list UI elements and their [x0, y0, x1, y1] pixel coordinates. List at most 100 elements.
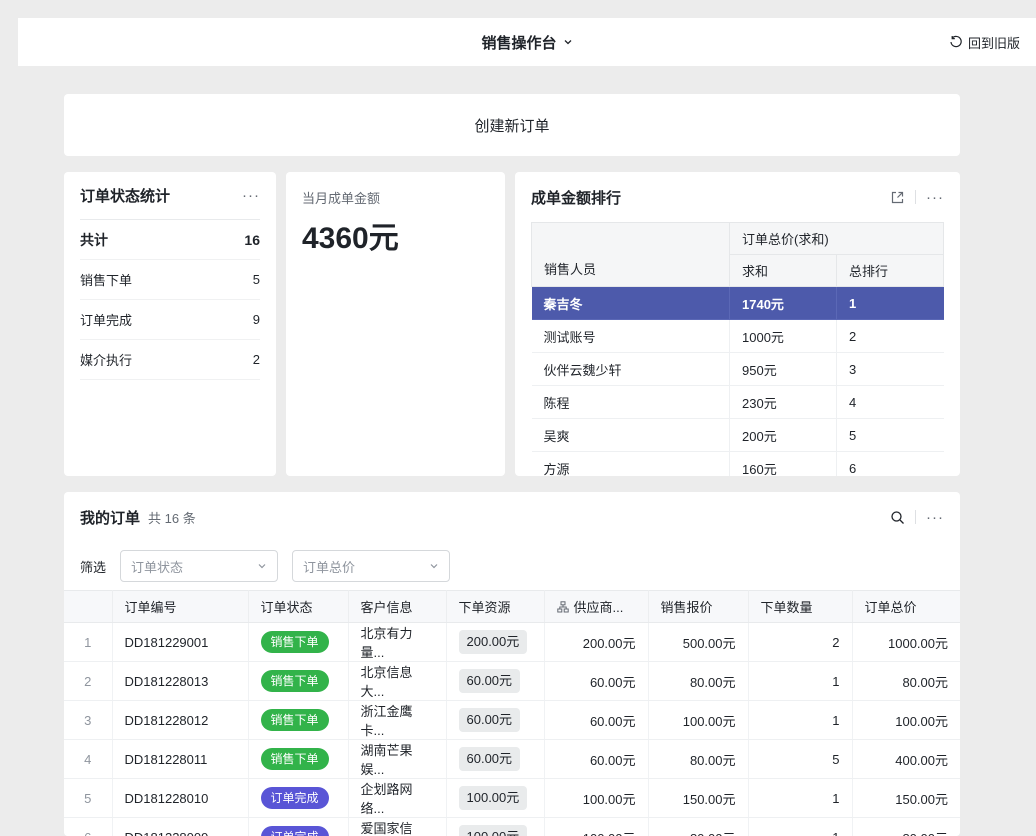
more-icon[interactable]: ···: [242, 188, 260, 203]
ranking-row[interactable]: 陈程 230元 4: [532, 386, 944, 419]
customer-cell: 北京信息大...: [348, 662, 446, 701]
order-total-filter-select[interactable]: 订单总价: [292, 550, 450, 582]
table-row[interactable]: 6 DD181228009 订单完成 爱国家信息... 100.00元 100.…: [64, 818, 960, 836]
ranking-row[interactable]: 秦吉冬 1740元 1: [532, 287, 944, 320]
search-icon: [890, 510, 905, 525]
sum-cell: 160元: [730, 452, 837, 477]
col-order-no: 订单编号: [112, 591, 248, 623]
salesperson-cell: 伙伴云魏少轩: [532, 353, 730, 386]
col-total: 订单总价: [852, 591, 960, 623]
col-qty: 下单数量: [748, 591, 852, 623]
order-status-filter-select[interactable]: 订单状态: [120, 550, 278, 582]
order-status-cell: 销售下单: [248, 623, 348, 662]
more-icon[interactable]: ···: [926, 510, 944, 525]
sum-cell: 1740元: [730, 287, 837, 320]
order-status-cell: 销售下单: [248, 662, 348, 701]
app-title-dropdown[interactable]: 销售操作台: [18, 18, 1036, 66]
back-to-old-version-button[interactable]: 回到旧版: [949, 18, 1020, 66]
salesperson-cell: 陈程: [532, 386, 730, 419]
my-orders-card: 我的订单 共 16 条 ··· 筛选 订单状态 订单总价: [64, 492, 960, 836]
rank-cell: 6: [837, 452, 944, 477]
table-row[interactable]: 3 DD181228012 销售下单 浙江金鹰卡... 60.00元 60.00…: [64, 701, 960, 740]
col-salesperson: 销售人员: [532, 223, 730, 287]
supplier-cell: 60.00元: [544, 662, 648, 701]
resource-pill: 200.00元: [459, 630, 528, 654]
ranking-row[interactable]: 方源 160元 6: [532, 452, 944, 477]
resource-pill: 60.00元: [459, 669, 521, 693]
relation-icon: [557, 601, 569, 613]
status-value: 2: [253, 352, 260, 367]
qty-cell: 1: [748, 818, 852, 836]
status-value: 9: [253, 312, 260, 327]
status-card-title: 订单状态统计: [80, 185, 170, 206]
quote-cell: 500.00元: [648, 623, 748, 662]
table-row[interactable]: 1 DD181229001 销售下单 北京有力量... 200.00元 200.…: [64, 623, 960, 662]
more-icon[interactable]: ···: [926, 190, 944, 205]
status-badge: 销售下单: [261, 670, 329, 692]
table-row[interactable]: 2 DD181228013 销售下单 北京信息大... 60.00元 60.00…: [64, 662, 960, 701]
status-badge: 订单完成: [261, 787, 329, 809]
row-number-cell: 2: [64, 662, 112, 701]
order-no-cell: DD181228012: [112, 701, 248, 740]
chevron-down-icon: [429, 561, 439, 571]
table-row[interactable]: 4 DD181228011 销售下单 湖南芒果娱... 60.00元 60.00…: [64, 740, 960, 779]
sum-cell: 230元: [730, 386, 837, 419]
supplier-cell: 200.00元: [544, 623, 648, 662]
export-button[interactable]: [890, 190, 905, 205]
ranking-row[interactable]: 吴爽 200元 5: [532, 419, 944, 452]
table-row[interactable]: 5 DD181228010 订单完成 企划路网络... 100.00元 100.…: [64, 779, 960, 818]
quote-cell: 150.00元: [648, 779, 748, 818]
order-status-cell: 销售下单: [248, 740, 348, 779]
resource-cell: 100.00元: [446, 779, 544, 818]
status-row[interactable]: 订单完成 9: [80, 300, 260, 340]
page-title: 销售操作台: [481, 32, 556, 53]
topbar: 销售操作台 回到旧版: [18, 18, 1036, 66]
rank-cell: 1: [837, 287, 944, 320]
divider: [915, 510, 916, 524]
salesperson-cell: 方源: [532, 452, 730, 477]
ranking-row[interactable]: 测试账号 1000元 2: [532, 320, 944, 353]
ranking-row[interactable]: 伙伴云魏少轩 950元 3: [532, 353, 944, 386]
resource-pill: 100.00元: [459, 786, 528, 810]
status-value: 16: [244, 232, 260, 248]
qty-cell: 1: [748, 779, 852, 818]
search-button[interactable]: [890, 510, 905, 525]
salesperson-cell: 测试账号: [532, 320, 730, 353]
row-number-cell: 1: [64, 623, 112, 662]
rank-cell: 3: [837, 353, 944, 386]
rank-cell: 2: [837, 320, 944, 353]
sum-cell: 950元: [730, 353, 837, 386]
customer-cell: 湖南芒果娱...: [348, 740, 446, 779]
export-icon: [890, 190, 905, 205]
col-customer: 客户信息: [348, 591, 446, 623]
create-order-button[interactable]: 创建新订单: [64, 94, 960, 156]
qty-cell: 2: [748, 623, 852, 662]
status-label: 共计: [80, 230, 108, 250]
row-number-cell: 6: [64, 818, 112, 836]
order-no-cell: DD181228011: [112, 740, 248, 779]
status-badge: 销售下单: [261, 748, 329, 770]
status-row-total[interactable]: 共计 16: [80, 220, 260, 260]
status-card-header: 订单状态统计 ···: [80, 172, 260, 220]
create-order-label: 创建新订单: [474, 115, 549, 136]
select-placeholder: 订单总价: [303, 557, 355, 576]
row-number-cell: 5: [64, 779, 112, 818]
orders-table-header-row: 订单编号 订单状态 客户信息 下单资源 供应商... 销售报价 下单数量 订单总…: [64, 591, 960, 623]
customer-cell: 爱国家信息...: [348, 818, 446, 836]
rank-cell: 4: [837, 386, 944, 419]
resource-cell: 60.00元: [446, 662, 544, 701]
qty-cell: 5: [748, 740, 852, 779]
amount-value: 4360元: [302, 213, 489, 257]
status-row[interactable]: 媒介执行 2: [80, 340, 260, 380]
supplier-cell: 100.00元: [544, 818, 648, 836]
total-cell: 80.00元: [852, 662, 960, 701]
order-status-cell: 订单完成: [248, 818, 348, 836]
status-row[interactable]: 销售下单 5: [80, 260, 260, 300]
order-no-cell: DD181228010: [112, 779, 248, 818]
status-badge: 销售下单: [261, 631, 329, 653]
total-cell: 100.00元: [852, 701, 960, 740]
salesperson-cell: 吴爽: [532, 419, 730, 452]
filter-row: 筛选 订单状态 订单总价: [64, 542, 960, 590]
resource-cell: 100.00元: [446, 818, 544, 836]
chevron-down-icon: [257, 561, 267, 571]
